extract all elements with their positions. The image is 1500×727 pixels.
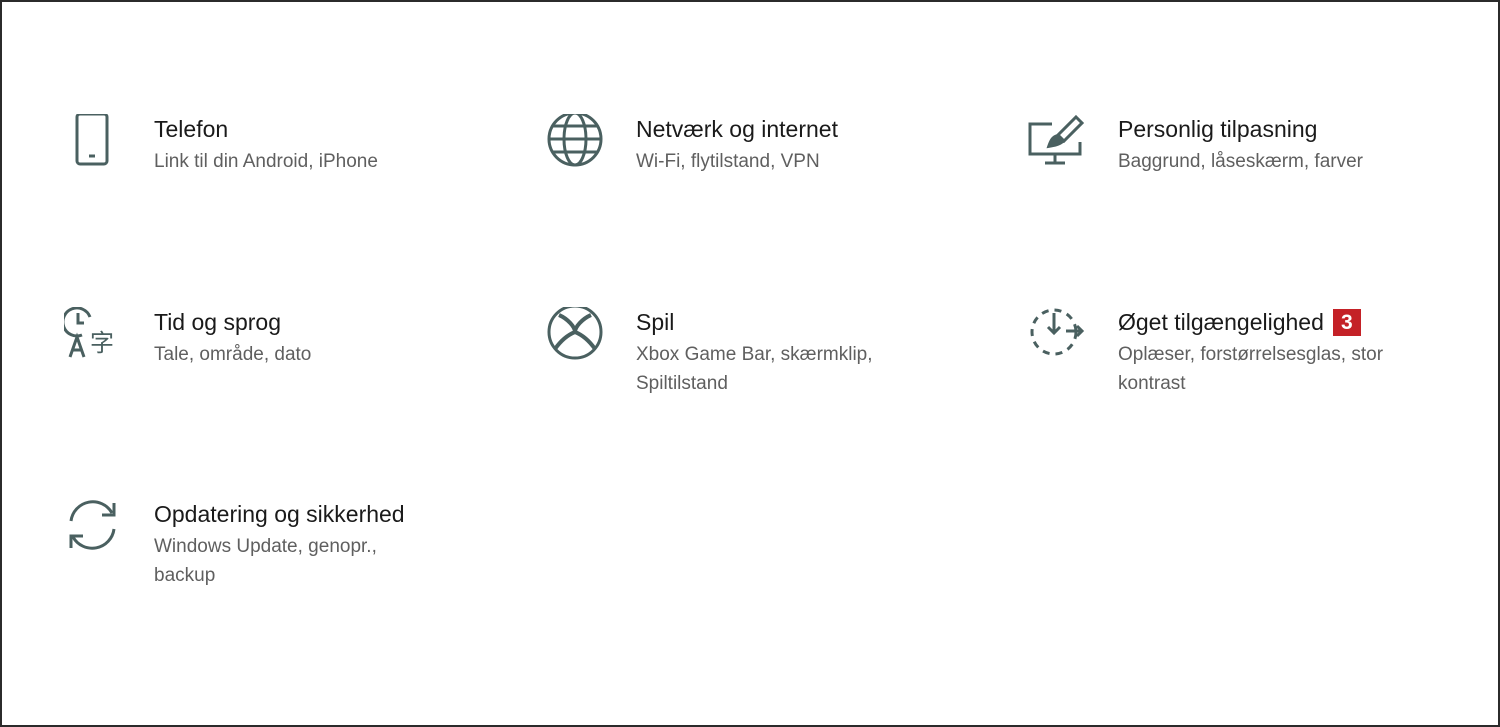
settings-tile-gaming[interactable]: Spil Xbox Game Bar, skærmklip, Spiltilst… [546,307,936,398]
personalization-icon [1028,114,1086,172]
tile-title: Personlig tilpasning [1118,116,1318,142]
settings-tile-update-security[interactable]: Opdatering og sikkerhed Windows Update, … [64,499,454,590]
update-sync-icon [64,499,122,557]
settings-tile-ease-of-access[interactable]: Øget tilgængelighed 3 Oplæser, forstørre… [1028,307,1418,398]
time-language-icon: 字 [64,307,122,365]
tile-subtitle: Oplæser, forstørrelsesglas, stor kontras… [1118,344,1384,394]
settings-tile-personalization[interactable]: Personlig tilpasning Baggrund, låseskærm… [1028,114,1418,176]
tile-title: Spil [636,309,675,335]
tile-subtitle: Windows Update, genopr., backup [154,536,377,586]
settings-tile-time-language[interactable]: 字 Tid og sprog Tale, område, dato [64,307,454,369]
tile-subtitle: Wi-Fi, flytilstand, VPN [636,151,820,172]
settings-window: Telefon Link til din Android, iPhone Net… [0,0,1500,727]
xbox-icon [546,307,604,365]
phone-icon [64,114,122,172]
tile-title: Øget tilgængelighed [1118,309,1324,335]
tile-title: Netværk og internet [636,116,838,142]
svg-text:字: 字 [90,329,114,357]
tile-subtitle: Tale, område, dato [154,344,312,365]
tile-title: Telefon [154,116,229,142]
settings-tile-network[interactable]: Netværk og internet Wi-Fi, flytilstand, … [546,114,936,176]
notification-badge: 3 [1332,308,1361,336]
tile-subtitle: Link til din Android, iPhone [154,151,378,172]
tile-subtitle: Baggrund, låseskærm, farver [1118,151,1363,172]
globe-icon [546,114,604,172]
settings-tile-phone[interactable]: Telefon Link til din Android, iPhone [64,114,454,176]
tile-subtitle: Xbox Game Bar, skærmklip, Spiltilstand [636,344,873,394]
tile-title: Opdatering og sikkerhed [154,501,405,527]
tile-title: Tid og sprog [154,309,281,335]
ease-of-access-icon [1028,307,1086,365]
